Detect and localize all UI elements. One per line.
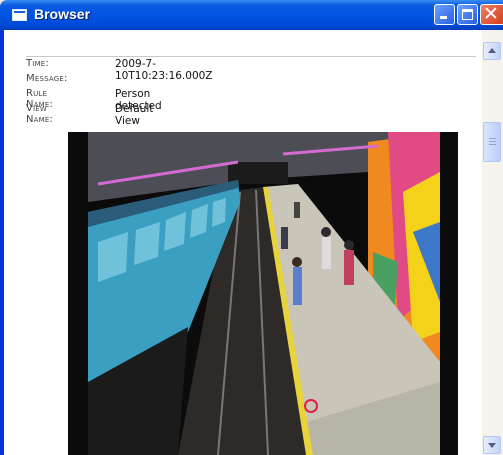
view-name-value: Default View — [115, 103, 154, 127]
scroll-up-icon — [488, 48, 496, 53]
time-label: Time: — [26, 58, 50, 69]
thumb-grip — [489, 144, 496, 145]
divider — [26, 56, 476, 57]
minimize-button[interactable] — [434, 4, 455, 25]
scroll-thumb[interactable] — [483, 122, 501, 162]
title-bar[interactable]: Browser ✕ — [0, 0, 503, 30]
scroll-down-button[interactable] — [483, 436, 501, 454]
scroll-down-icon — [488, 443, 496, 448]
close-icon: ✕ — [483, 3, 499, 25]
thumb-grip — [489, 138, 496, 139]
minimize-icon — [440, 16, 447, 19]
content-pane: Time: 2009-7-10T10:23:16.000Z Message: R… — [4, 30, 482, 455]
maximize-icon — [462, 9, 473, 20]
app-window-icon — [12, 9, 27, 21]
vertical-scrollbar[interactable] — [482, 30, 503, 455]
scroll-up-button[interactable] — [483, 42, 501, 60]
window-title: Browser — [34, 6, 91, 22]
browser-window: Browser ✕ Time: 2009-7-10T10:23:16.000Z … — [0, 0, 503, 455]
time-value: 2009-7-10T10:23:16.000Z — [115, 58, 213, 82]
camera-snapshot — [68, 132, 458, 455]
maximize-button[interactable] — [457, 4, 478, 25]
subway-platform-image — [88, 132, 440, 455]
close-button[interactable]: ✕ — [480, 3, 503, 25]
view-name-label: View Name: — [26, 103, 54, 125]
message-label: Message: — [26, 73, 68, 84]
thumb-grip — [489, 141, 496, 142]
